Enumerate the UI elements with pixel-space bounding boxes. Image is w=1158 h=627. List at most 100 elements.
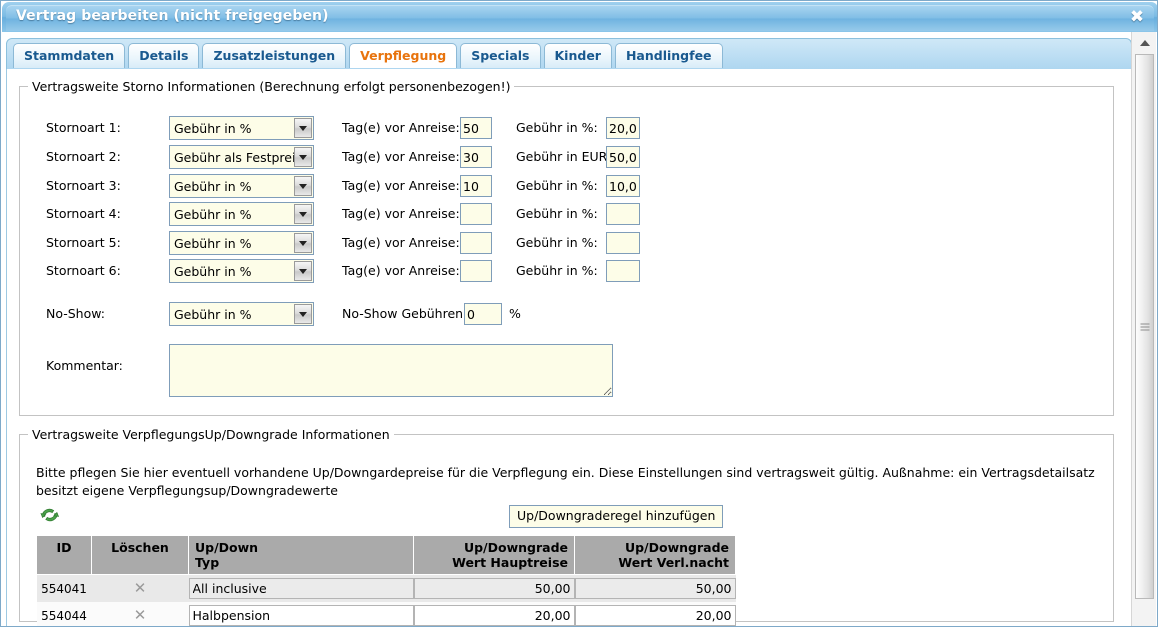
tab-verpflegung[interactable]: Verpflegung: [349, 43, 457, 68]
row-type-cell: [189, 602, 414, 627]
col-ext-line2: Wert Verl.nacht: [618, 555, 729, 570]
close-button[interactable]: ✖: [1124, 6, 1150, 28]
storno-row-3: Stornoart 3: Gebühr in % Tag(e) vor Anre…: [20, 174, 1113, 198]
stornoart-4-days-input[interactable]: [460, 203, 492, 225]
stornoart-1-days-label: Tag(e) vor Anreise:: [342, 116, 460, 140]
stornoart-2-label: Stornoart 2:: [46, 145, 121, 169]
stornoart-2-days-label: Tag(e) vor Anreise:: [342, 145, 460, 169]
row-delete-cell: ✕: [92, 602, 189, 627]
row-delete-cell: ✕: [92, 575, 189, 603]
stornoart-1-fee-input[interactable]: [606, 117, 640, 139]
updown-table-head: ID Löschen Up/Down Typ Up/Downgrade Wert…: [37, 536, 736, 575]
tab-specials[interactable]: Specials: [460, 43, 540, 68]
col-type: Up/Down Typ: [189, 536, 414, 575]
stornoart-2-days-input[interactable]: [460, 146, 492, 168]
noshow-fee-label: No-Show Gebühren:: [342, 302, 467, 326]
updown-table-body: 554041 ✕: [37, 575, 736, 627]
stornoart-4-type-select[interactable]: Gebühr in %: [169, 202, 314, 226]
noshow-fee-input[interactable]: [464, 303, 502, 325]
stornoart-6-days-input[interactable]: [460, 260, 492, 282]
tab-label: Zusatzleistungen: [213, 48, 335, 63]
refresh-icon[interactable]: [38, 504, 62, 526]
tab-details[interactable]: Details: [128, 43, 199, 68]
stornoart-2-fee-input[interactable]: [606, 146, 640, 168]
col-ext-value: Up/Downgrade Wert Verl.nacht: [575, 536, 736, 575]
stornoart-6-type-select-wrap: Gebühr in %: [169, 259, 314, 283]
vertical-scrollbar[interactable]: [1131, 32, 1156, 627]
stornoart-1-type-select-wrap: Gebühr in %: [169, 116, 314, 140]
stornoart-2-type-select[interactable]: Gebühr als Festpreis: [169, 145, 314, 169]
col-ext-line1: Up/Downgrade: [625, 540, 729, 555]
stornoart-3-days-input[interactable]: [460, 175, 492, 197]
table-row: 554041 ✕: [37, 575, 736, 603]
dialog-window: Vertrag bearbeiten (nicht freigegeben) ✖…: [0, 0, 1158, 627]
col-main-line2: Wert Hauptreise: [452, 555, 568, 570]
stornoart-1-type-select[interactable]: Gebühr in %: [169, 116, 314, 140]
row-type-input[interactable]: [189, 605, 414, 626]
row-ext-cell: [575, 575, 736, 603]
storno-row-5: Stornoart 5: Gebühr in % Tag(e) vor Anre…: [20, 231, 1113, 255]
stornoart-5-type-select[interactable]: Gebühr in %: [169, 231, 314, 255]
stornoart-6-fee-input[interactable]: [606, 260, 640, 282]
row-main-cell: [414, 602, 575, 627]
stornoart-6-type-select[interactable]: Gebühr in %: [169, 259, 314, 283]
tab-handlingfee[interactable]: Handlingfee: [615, 43, 723, 68]
tab-stammdaten[interactable]: Stammdaten: [13, 43, 125, 68]
stornoart-5-type-select-wrap: Gebühr in %: [169, 231, 314, 255]
stornoart-3-days-label: Tag(e) vor Anreise:: [342, 174, 460, 198]
noshow-type-select-wrap: Gebühr in %: [169, 302, 314, 326]
comment-textarea[interactable]: [169, 344, 613, 397]
tab-label: Stammdaten: [24, 48, 114, 63]
row-ext-input[interactable]: [575, 578, 736, 599]
tab-label: Specials: [471, 48, 529, 63]
stornoart-4-fee-input[interactable]: [606, 203, 640, 225]
col-id: ID: [37, 536, 92, 575]
stornoart-4-type-select-wrap: Gebühr in %: [169, 202, 314, 226]
tab-content-verpflegung: Vertragsweite Storno Informationen (Bere…: [6, 69, 1132, 627]
stornoart-5-days-input[interactable]: [460, 232, 492, 254]
storno-row-1: Stornoart 1: Gebühr in % Tag(e) vor Anre…: [20, 116, 1113, 140]
row-type-input[interactable]: [189, 578, 414, 599]
row-ext-input[interactable]: [575, 605, 736, 626]
tab-label: Verpflegung: [360, 48, 446, 63]
row-ext-cell: [575, 602, 736, 627]
storno-legend: Vertragsweite Storno Informationen (Bere…: [28, 79, 514, 94]
comment-label: Kommentar:: [46, 354, 123, 378]
scroll-up-button[interactable]: [1134, 34, 1155, 52]
delete-icon[interactable]: ✕: [134, 579, 147, 597]
stornoart-6-label: Stornoart 6:: [46, 259, 121, 283]
row-main-cell: [414, 575, 575, 603]
stornoart-2-type-select-wrap: Gebühr als Festpreis: [169, 145, 314, 169]
title-bar: Vertrag bearbeiten (nicht freigegeben) ✖: [2, 2, 1158, 32]
scrollbar-grip: [1140, 321, 1149, 332]
updown-legend: Vertragsweite VerpflegungsUp/Downgrade I…: [28, 427, 394, 442]
stornoart-3-type-select[interactable]: Gebühr in %: [169, 174, 314, 198]
row-main-input[interactable]: [414, 605, 575, 626]
stornoart-3-type-select-wrap: Gebühr in %: [169, 174, 314, 198]
table-row: 554044 ✕: [37, 602, 736, 627]
tab-zusatzleistungen[interactable]: Zusatzleistungen: [202, 43, 346, 68]
updown-fieldset: Vertragsweite VerpflegungsUp/Downgrade I…: [19, 427, 1114, 622]
storno-row-2: Stornoart 2: Gebühr als Festpreis Tag(e)…: [20, 145, 1113, 169]
stornoart-6-fee-label: Gebühr in %:: [516, 259, 598, 283]
stornoart-4-fee-label: Gebühr in %:: [516, 202, 598, 226]
stornoart-3-fee-input[interactable]: [606, 175, 640, 197]
col-main-value: Up/Downgrade Wert Hauptreise: [414, 536, 575, 575]
stornoart-3-label: Stornoart 3:: [46, 174, 121, 198]
stornoart-4-days-label: Tag(e) vor Anreise:: [342, 202, 460, 226]
storno-row-6: Stornoart 6: Gebühr in % Tag(e) vor Anre…: [20, 259, 1113, 283]
noshow-type-select[interactable]: Gebühr in %: [169, 302, 314, 326]
row-main-input[interactable]: [414, 578, 575, 599]
stornoart-1-days-input[interactable]: [460, 117, 492, 139]
stornoart-1-label: Stornoart 1:: [46, 116, 121, 140]
stornoart-6-days-label: Tag(e) vor Anreise:: [342, 259, 460, 283]
add-updown-rule-button[interactable]: Up/Downgraderegel hinzufügen: [509, 505, 723, 528]
stornoart-5-label: Stornoart 5:: [46, 231, 121, 255]
stornoart-5-fee-input[interactable]: [606, 232, 640, 254]
delete-icon[interactable]: ✕: [134, 606, 147, 624]
scrollbar-thumb[interactable]: [1135, 54, 1154, 599]
tab-kinder[interactable]: Kinder: [544, 43, 612, 68]
stornoart-5-fee-label: Gebühr in %:: [516, 231, 598, 255]
col-type-line1: Up/Down: [195, 540, 258, 555]
row-type-cell: [189, 575, 414, 603]
